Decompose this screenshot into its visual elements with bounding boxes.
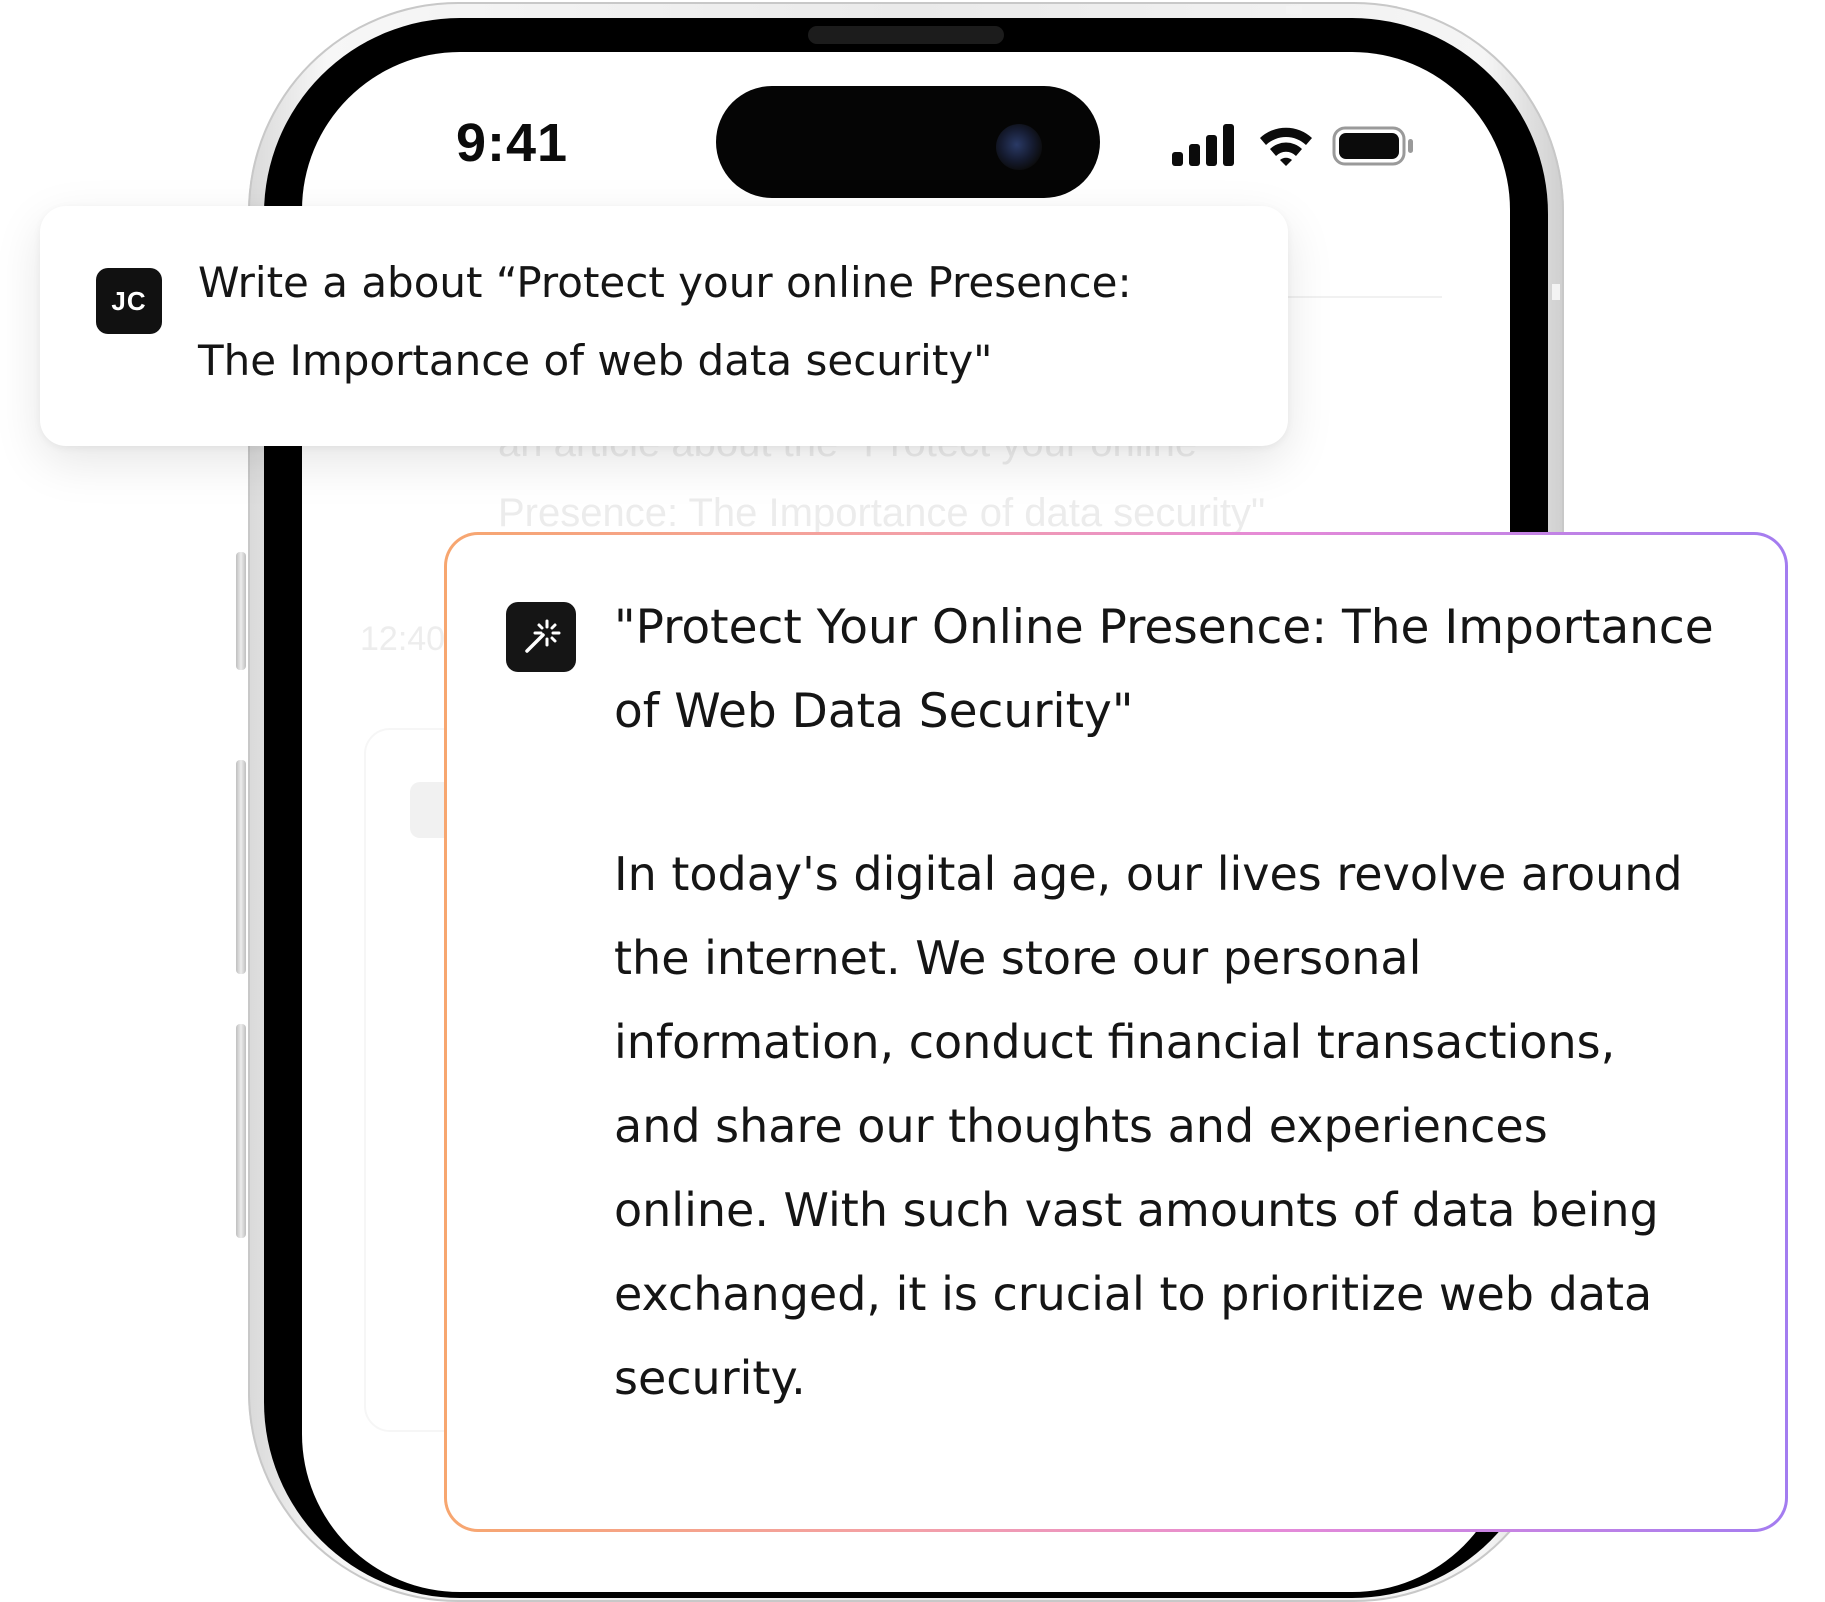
antenna-band (1552, 284, 1560, 300)
user-prompt-card (40, 206, 1288, 446)
cellular-signal-icon (1172, 124, 1236, 166)
user-prompt-line-1: Write a about “Protect your online Prese… (198, 258, 1132, 307)
dynamic-island (716, 86, 1100, 198)
wifi-icon (1260, 127, 1312, 166)
ai-response-body: In today's digital age, our lives revolv… (614, 847, 1683, 1405)
volume-down-button (236, 1024, 246, 1238)
volume-up-button (236, 760, 246, 974)
magic-wand-glyph (525, 619, 561, 653)
ai-response-title: "Protect Your Online Presence: The Impor… (614, 600, 1714, 739)
action-button (236, 552, 246, 670)
status-time: 9:41 (456, 113, 569, 173)
battery-icon (1332, 126, 1413, 166)
front-camera-icon (996, 124, 1042, 170)
magic-wand-icon (506, 602, 576, 672)
background-timestamp: 12:40 (360, 620, 446, 658)
user-prompt-line-2: The Importance of web data security" (198, 336, 993, 385)
antenna-band (1286, 6, 1302, 14)
earpiece-speaker (808, 26, 1004, 44)
user-avatar: JC (96, 268, 162, 334)
